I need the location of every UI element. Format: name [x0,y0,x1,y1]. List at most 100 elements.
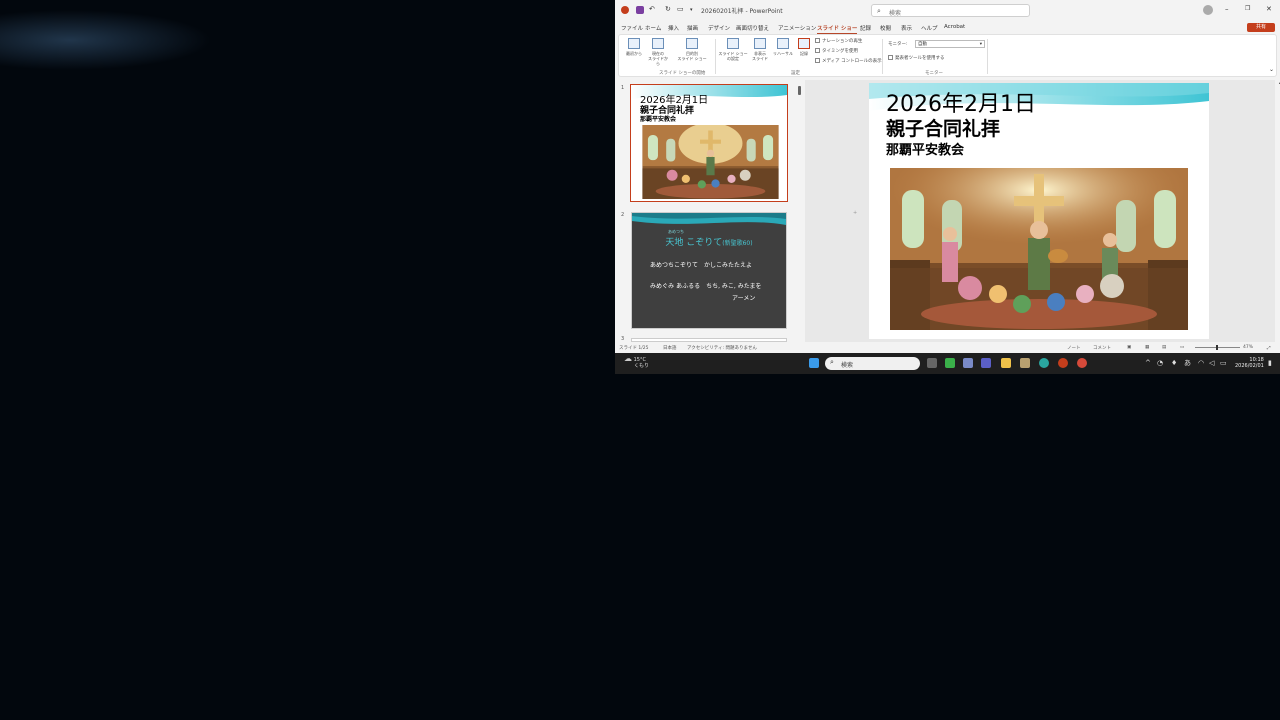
ribbon-tabs: ファイル ホーム 挿入 描画 デザイン 画面切り替え アニメーション スライド … [615,21,1280,34]
hymn-number: (新聖歌60) [722,240,753,247]
comments-button[interactable]: コメント [1093,345,1111,351]
taskbar-search[interactable]: ⌕ 検索 [825,357,920,370]
search-box[interactable]: ⌕ 検索 [871,4,1030,17]
tab-help[interactable]: ヘルプ [921,24,938,32]
slide-number: 1 [621,85,625,91]
system-clock[interactable]: 10:18 2026/02/01 [1235,357,1264,369]
task-view-icon[interactable] [927,358,937,368]
tab-insert[interactable]: 挿入 [668,24,679,32]
tab-review[interactable]: 校閲 [880,24,891,32]
checkbox-icon [815,38,820,43]
slide-sorter-icon[interactable]: ▦ [1145,345,1149,350]
teams-icon[interactable] [981,358,991,368]
zoom-thumb[interactable] [1216,345,1218,350]
button-label: リハーサル [773,51,793,56]
undo-icon[interactable]: ↶ [649,5,655,13]
tab-draw[interactable]: 描画 [687,24,698,32]
lyric-line-2: みめぐみ あふるる ちち, みこ, みたまを [650,283,762,290]
slide-editor: 2026年2月1日 親子合同礼拝 那覇平安教会 + [805,80,1275,342]
maximize-button[interactable]: ❐ [1245,5,1250,12]
slide-number: 2 [621,212,625,218]
thumb-hymn-title: 天地 こぞりて(新聖歌60) [632,235,786,248]
slide-thumbnail-2[interactable]: あめつち 天地 こぞりて(新聖歌60) あめつちこぞりて かしこみたたえよ みめ… [631,212,787,329]
edge-icon[interactable] [1039,358,1049,368]
weather-widget[interactable]: ☁ 15°C くもり [624,354,649,370]
ribbon-panel: 最初から 現在の スライドから 目的別 スライド ショー スライド ショー の設定 非… [618,34,1277,77]
reading-view-icon[interactable]: ▤ [1162,345,1166,350]
network-icon[interactable]: ◔ [1157,359,1163,367]
monitor-select[interactable]: 自動 ▾ [915,40,985,48]
tab-home[interactable]: ホーム [645,24,661,32]
tab-animations[interactable]: アニメーション [778,24,816,32]
rehearse-button[interactable]: リハーサル [772,38,794,56]
zoom-slider[interactable] [1195,345,1240,350]
close-button[interactable]: ✕ [1266,5,1272,13]
wifi-icon[interactable]: ◠ [1198,359,1204,367]
battery-icon[interactable]: ▭ [1220,359,1227,367]
from-current-slide-button[interactable]: 現在の スライドから [647,38,669,66]
show-hidden-icons[interactable]: ^ [1145,359,1151,367]
volume-icon[interactable]: ◁ [1209,359,1214,367]
powerpoint-app-icon [621,6,629,14]
fit-slide-icon[interactable]: ⤢ [1267,345,1271,351]
setup-slideshow-button[interactable]: スライド ショー の設定 [718,38,748,61]
notes-button[interactable]: ノート [1067,345,1081,351]
checkbox-narration[interactable]: ナレーションの再生 [815,38,862,44]
save-icon[interactable] [636,6,644,14]
checkbox-media-controls[interactable]: メディア コントロールの表示 [815,58,882,64]
custom-slideshow-button[interactable]: 目的別 スライド ショー [677,38,707,61]
clock-date: 2026/02/01 [1235,363,1264,369]
custom-show-icon [686,38,698,49]
divider [882,39,883,74]
share-button[interactable]: 共有 [1247,23,1275,32]
checkbox-label: ナレーションの再生 [822,39,863,44]
normal-view-icon[interactable]: ▣ [1127,345,1131,350]
tab-file[interactable]: ファイル [621,24,643,32]
ime-indicator[interactable]: あ [1184,358,1191,368]
microphone-icon[interactable]: ♦ [1171,359,1177,367]
slide-thumbnail-1[interactable]: 2026年2月1日 親子合同礼拝 那覇平安教会 [630,84,788,202]
widget-app-icon[interactable] [945,358,955,368]
minimize-button[interactable]: – [1225,5,1229,13]
file-explorer-icon[interactable] [1001,358,1011,368]
tab-view[interactable]: 表示 [901,24,912,32]
checkbox-presenter-view[interactable]: 発表者ツールを使用する [888,55,945,61]
tab-record[interactable]: 記録 [860,24,871,32]
button-label-2: の設定 [727,56,739,61]
group-label-monitor: モニター [925,71,943,76]
powerpoint-taskbar-icon[interactable] [1058,358,1068,368]
from-beginning-button[interactable]: 最初から [623,38,645,56]
current-slide[interactable]: 2026年2月1日 親子合同礼拝 那覇平安教会 [869,83,1209,339]
notifications-icon[interactable]: ▮ [1268,359,1272,367]
collapse-ribbon-icon[interactable]: ⌄ [1269,66,1274,73]
copilot-icon[interactable] [963,358,973,368]
slide-header-wave [632,213,786,225]
slideshow-view-icon[interactable]: ▭ [1180,345,1184,350]
scrollbar-thumb[interactable] [798,86,801,95]
checkbox-timings[interactable]: タイミングを使用 [815,48,858,54]
monitor-value: 自動 [918,42,927,47]
divider [987,39,988,74]
chrome-icon[interactable] [1077,358,1087,368]
hide-slide-button[interactable]: 非表示 スライド [749,38,771,61]
customize-qat-icon[interactable]: ▾ [690,7,693,13]
tab-design[interactable]: デザイン [708,24,730,32]
account-avatar[interactable] [1203,5,1213,15]
slide-title: 親子合同礼拝 [886,118,1001,140]
tab-slideshow[interactable]: スライド ショー [817,24,858,34]
tab-acrobat[interactable]: Acrobat [944,24,965,30]
cloud-icon: ☁ [624,354,632,363]
taskbar-search-placeholder: 検索 [841,362,854,369]
thumbnails-scrollbar[interactable] [798,82,802,344]
button-label-2: スライド ショー [677,56,707,61]
redo-icon[interactable]: ↻ [665,5,671,13]
store-icon[interactable] [1020,358,1030,368]
tab-transitions[interactable]: 画面切り替え [736,24,769,32]
start-icon[interactable] [809,358,819,368]
present-icon[interactable]: ▭ [677,5,684,13]
zoom-level[interactable]: 47% [1243,345,1253,350]
record-icon [798,38,810,49]
language-status[interactable]: 日本語 [663,345,677,351]
record-button[interactable]: 記録 [793,38,815,56]
accessibility-status[interactable]: アクセシビリティ: 問題ありません [687,345,757,351]
